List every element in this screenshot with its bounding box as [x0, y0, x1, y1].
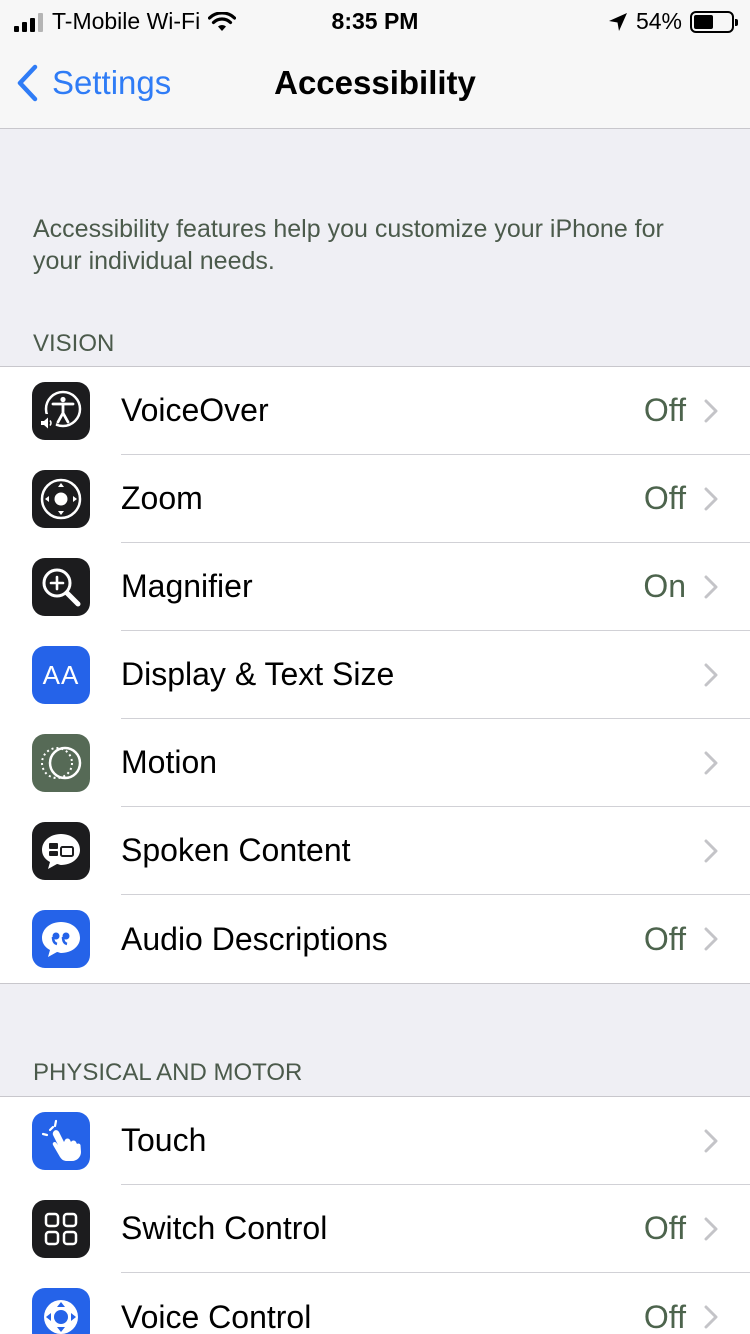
row-audio-descriptions[interactable]: Audio Descriptions Off — [0, 895, 750, 983]
row-label: Audio Descriptions — [121, 920, 388, 957]
row-label: Touch — [121, 1122, 207, 1158]
row-spoken-content[interactable]: Spoken Content — [0, 807, 750, 895]
row-value: On — [643, 568, 686, 604]
voiceover-icon — [32, 382, 90, 440]
battery-level-fill — [694, 14, 714, 29]
row-value: Off — [643, 1210, 686, 1246]
battery-icon — [690, 10, 738, 33]
section-header-vision: VISION — [33, 330, 115, 357]
voice-control-icon — [32, 1288, 90, 1334]
row-display-text-size[interactable]: AA Display & Text Size — [0, 631, 750, 719]
row-switch-control[interactable]: Switch Control Off — [0, 1185, 750, 1273]
row-touch[interactable]: Touch — [0, 1097, 750, 1185]
row-label: Display & Text Size — [121, 656, 395, 692]
battery-percent: 54% — [635, 8, 682, 34]
section-header-physical-motor: PHYSICAL AND MOTOR — [33, 1059, 303, 1086]
page-title: Accessibility — [274, 64, 476, 101]
location-arrow-icon — [608, 12, 627, 31]
chevron-right-icon — [704, 1305, 718, 1329]
motion-icon — [32, 734, 90, 792]
chevron-right-icon — [704, 927, 718, 951]
vision-group: VoiceOver Off Zoom Off Magnifier On AA D… — [0, 366, 750, 984]
row-voiceover[interactable]: VoiceOver Off — [0, 367, 750, 455]
row-value: Off — [643, 480, 686, 516]
row-voice-control[interactable]: Voice Control Off — [0, 1273, 750, 1334]
row-label: Motion — [121, 744, 218, 780]
physical-motor-group: Touch Switch Control Off Voice Control O… — [0, 1096, 750, 1334]
navigation-bar: Settings Accessibility — [0, 40, 750, 129]
zoom-icon — [32, 470, 90, 528]
chevron-right-icon — [704, 1217, 718, 1240]
row-label: Voice Control — [121, 1298, 312, 1334]
chevron-right-icon — [704, 575, 718, 598]
status-bar: T-Mobile Wi-Fi 8:35 PM 54% — [0, 0, 750, 40]
chevron-right-icon — [704, 663, 718, 686]
text-size-icon: AA — [32, 646, 90, 704]
magnifier-icon — [32, 558, 90, 616]
row-label: VoiceOver — [121, 392, 269, 428]
text-size-icon-glyph: AA — [42, 659, 80, 690]
row-value: Off — [643, 920, 686, 957]
intro-description: Accessibility features help you customiz… — [33, 215, 664, 275]
row-label: Switch Control — [121, 1210, 328, 1246]
chevron-right-icon — [704, 399, 718, 422]
row-label: Magnifier — [121, 568, 253, 604]
row-zoom[interactable]: Zoom Off — [0, 455, 750, 543]
audio-descriptions-icon — [32, 910, 90, 968]
spoken-content-icon — [32, 822, 90, 880]
row-label: Zoom — [121, 480, 203, 516]
chevron-right-icon — [704, 839, 718, 862]
row-magnifier[interactable]: Magnifier On — [0, 543, 750, 631]
touch-icon — [32, 1112, 90, 1170]
chevron-right-icon — [704, 487, 718, 510]
switch-control-icon — [32, 1200, 90, 1258]
row-label: Spoken Content — [121, 832, 351, 868]
chevron-right-icon — [704, 751, 718, 774]
row-value: Off — [643, 1298, 686, 1334]
chevron-right-icon — [704, 1129, 718, 1152]
row-value: Off — [643, 392, 686, 428]
row-motion[interactable]: Motion — [0, 719, 750, 807]
